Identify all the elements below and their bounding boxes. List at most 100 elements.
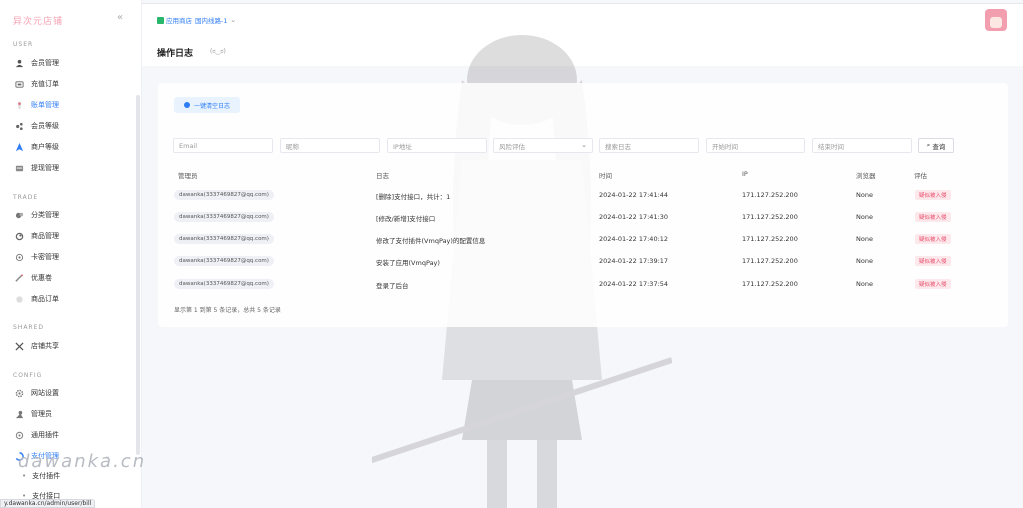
goods-icon bbox=[14, 231, 24, 241]
sidebar-item-label: 会员管理 bbox=[31, 59, 59, 67]
sidebar-item-orders[interactable]: 商品订单 bbox=[14, 292, 59, 306]
log-browser: None bbox=[856, 257, 873, 265]
sidebar-item-goods[interactable]: 商品管理 bbox=[14, 229, 59, 243]
sidebar-item-label: 提现管理 bbox=[31, 164, 59, 172]
section-title-trade: TRADE bbox=[13, 194, 39, 201]
sidebar-item-recharge[interactable]: 充值订单 bbox=[14, 77, 59, 91]
log-ip: 171.127.252.200 bbox=[742, 191, 798, 199]
sidebar-item-withdraw[interactable]: 提现管理 bbox=[14, 161, 59, 175]
risk-select[interactable]: 风险评估 ⌄ bbox=[493, 138, 593, 153]
app-store-label: 应用商店 bbox=[166, 17, 192, 25]
query-button[interactable]: ⌕ 查询 bbox=[918, 138, 954, 153]
column-header-risk: 评估 bbox=[914, 172, 927, 180]
sidebar-item-label: 会员等级 bbox=[31, 122, 59, 130]
ip-input[interactable]: IP地址 bbox=[387, 138, 487, 153]
sidebar-item-shop-share[interactable]: 店铺共享 bbox=[14, 339, 59, 353]
sidebar-subitem-pay-plugins[interactable]: 支付插件 bbox=[22, 471, 60, 481]
merchant-icon bbox=[14, 142, 24, 152]
column-header-browser: 浏览器 bbox=[856, 172, 876, 180]
collapse-sidebar-icon[interactable]: « bbox=[117, 12, 123, 23]
risk-badge: 疑似被入侵 bbox=[915, 190, 951, 200]
recharge-icon bbox=[14, 79, 24, 89]
sidebar-item-label: 账单管理 bbox=[31, 101, 59, 109]
risk-badge: 疑似被入侵 bbox=[915, 279, 951, 289]
clear-logs-button[interactable]: 一键清空日志 bbox=[174, 97, 240, 113]
clear-icon bbox=[183, 102, 190, 108]
sidebar-item-coupons[interactable]: 优惠卷 bbox=[14, 271, 52, 285]
log-ip: 171.127.252.200 bbox=[742, 257, 798, 265]
sidebar-item-site-settings[interactable]: 网站设置 bbox=[14, 386, 59, 400]
log-text: [删除]支付接口，共计：1 bbox=[376, 193, 451, 201]
app-store-icon bbox=[157, 16, 164, 24]
admin-badge: dawanka(3337469827@qq.com) bbox=[174, 190, 274, 200]
log-ip: 171.127.252.200 bbox=[742, 213, 798, 221]
start-time-input[interactable]: 开始时间 bbox=[706, 138, 805, 153]
email-input[interactable]: Email bbox=[173, 138, 273, 153]
search-log-input[interactable]: 搜索日志 bbox=[599, 138, 699, 153]
query-label: 查询 bbox=[932, 142, 946, 151]
risk-badge: 疑似被入侵 bbox=[915, 234, 951, 244]
sidebar-item-admins[interactable]: 管理员 bbox=[14, 407, 52, 421]
log-browser: None bbox=[856, 191, 873, 199]
column-header-ip: IP bbox=[742, 170, 748, 178]
sidebar-item-member-level[interactable]: 会员等级 bbox=[14, 119, 59, 133]
log-time: 2024-01-22 17:37:54 bbox=[599, 280, 669, 288]
nickname-input[interactable]: 昵称 bbox=[280, 138, 380, 153]
log-text: 登录了后台 bbox=[376, 282, 409, 290]
sidebar-item-label: 管理员 bbox=[31, 410, 52, 418]
section-title-user: USER bbox=[13, 41, 34, 48]
withdraw-icon bbox=[14, 163, 24, 173]
sidebar-item-label: 卡密管理 bbox=[31, 253, 59, 261]
section-title-shared: SHARED bbox=[13, 324, 45, 331]
pagination-info: 显示第 1 到第 5 条记录，总共 5 条记录 bbox=[174, 307, 281, 314]
column-header-admin: 管理员 bbox=[178, 172, 198, 180]
avatar[interactable] bbox=[985, 9, 1007, 31]
search-icon: ⌕ bbox=[926, 141, 931, 149]
user-icon bbox=[14, 58, 24, 68]
admin-badge: dawanka(3337469827@qq.com) bbox=[174, 212, 274, 222]
level-icon bbox=[14, 121, 24, 131]
clear-logs-label: 一键清空日志 bbox=[193, 102, 230, 110]
sidebar: 异次元店铺 « USER 会员管理 充值订单 账单管理 会员等级 商户等级 提现… bbox=[0, 0, 142, 508]
sidebar-item-bills[interactable]: 账单管理 bbox=[14, 98, 59, 112]
watermark-text: dawanka.cn bbox=[18, 451, 147, 472]
admin-badge: dawanka(3337469827@qq.com) bbox=[174, 279, 274, 289]
sidebar-item-label: 通用插件 bbox=[31, 431, 59, 439]
column-header-time: 时间 bbox=[599, 172, 612, 180]
sidebar-scrollbar[interactable] bbox=[136, 95, 140, 455]
sidebar-item-label: 网站设置 bbox=[31, 389, 59, 397]
order-icon bbox=[14, 294, 24, 304]
log-card: 一键清空日志 Email 昵称 IP地址 风险评估 ⌄ 搜索日志 开始时间 结束… bbox=[158, 83, 1008, 327]
risk-select-value: 风险评估 bbox=[499, 142, 525, 151]
line-label: 国内线路-1 bbox=[195, 17, 228, 25]
brand-logo[interactable]: 异次元店铺 bbox=[13, 14, 63, 27]
sidebar-item-plugins[interactable]: 通用插件 bbox=[14, 428, 59, 442]
sidebar-item-members[interactable]: 会员管理 bbox=[14, 56, 59, 70]
status-url: y.dawanka.cn/admin/user/bill bbox=[0, 499, 96, 508]
chevron-down-icon: ⌄ bbox=[581, 141, 587, 149]
chevron-down-icon: ⌄ bbox=[230, 16, 236, 24]
sidebar-item-label: 分类管理 bbox=[31, 211, 59, 219]
risk-badge: 疑似被入侵 bbox=[915, 212, 951, 222]
sidebar-item-category[interactable]: 分类管理 bbox=[14, 208, 59, 222]
avatar-face bbox=[990, 17, 1002, 28]
share-icon bbox=[14, 341, 24, 351]
log-text: [修改/新增]支付接口 bbox=[376, 215, 436, 223]
page-subtitle: (ಠ‿ಠ) bbox=[210, 48, 226, 55]
settings-icon bbox=[14, 388, 24, 398]
store-switcher[interactable]: 应用商店 国内线路-1 ⌄ bbox=[157, 15, 236, 25]
sidebar-item-label: 商品管理 bbox=[31, 232, 59, 240]
log-time: 2024-01-22 17:39:17 bbox=[599, 257, 669, 265]
column-header-log: 日志 bbox=[376, 172, 389, 180]
section-title-config: CONFIG bbox=[13, 372, 43, 379]
log-ip: 171.127.252.200 bbox=[742, 280, 798, 288]
admin-badge: dawanka(3337469827@qq.com) bbox=[174, 256, 274, 266]
sidebar-item-label: 充值订单 bbox=[31, 80, 59, 88]
sidebar-item-cards[interactable]: 卡密管理 bbox=[14, 250, 59, 264]
log-time: 2024-01-22 17:41:30 bbox=[599, 213, 669, 221]
sidebar-item-merchant-level[interactable]: 商户等级 bbox=[14, 140, 59, 154]
end-time-input[interactable]: 结束时间 bbox=[812, 138, 912, 153]
log-text: 修改了支付插件(VmqPay)的配置信息 bbox=[376, 237, 486, 245]
page-title: 操作日志 bbox=[157, 49, 194, 59]
plugin-icon bbox=[14, 430, 24, 440]
